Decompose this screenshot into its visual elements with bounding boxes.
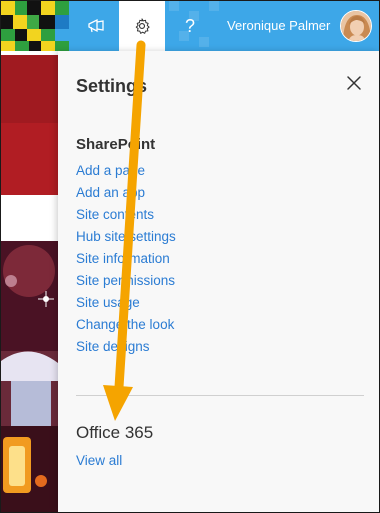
holiday-image <box>1 241 58 512</box>
link-add-an-app[interactable]: Add an app <box>76 185 145 200</box>
megaphone-icon <box>88 18 104 33</box>
help-button[interactable]: ? <box>167 1 213 51</box>
link-add-a-page[interactable]: Add a page <box>76 163 145 178</box>
link-site-information[interactable]: Site information <box>76 251 170 266</box>
link-site-usage[interactable]: Site usage <box>76 295 140 310</box>
site-logo-mosaic <box>1 1 69 51</box>
hero-banner-shade <box>1 55 58 123</box>
suite-bar: ? Veronique Palmer <box>1 1 379 51</box>
background-page <box>1 51 58 512</box>
settings-panel: Settings SharePoint Add a page Add an ap… <box>58 51 379 512</box>
view-all-link[interactable]: View all <box>76 453 122 468</box>
avatar[interactable] <box>340 10 372 42</box>
settings-gear-button[interactable] <box>119 1 165 51</box>
sharepoint-heading: SharePoint <box>76 136 156 153</box>
megaphone-button[interactable] <box>73 1 119 51</box>
user-photo <box>341 11 371 41</box>
link-site-contents[interactable]: Site contents <box>76 207 154 222</box>
office365-heading: Office 365 <box>76 423 154 442</box>
panel-title: Settings <box>76 76 148 96</box>
link-site-permissions[interactable]: Site permissions <box>76 273 175 288</box>
section-divider <box>76 395 364 396</box>
user-name[interactable]: Veronique Palmer <box>227 18 330 33</box>
sharepoint-links: Add a page Add an app Site contents Hub … <box>76 159 176 357</box>
close-icon <box>347 76 361 90</box>
gear-icon <box>135 18 150 34</box>
page-band <box>1 195 58 241</box>
help-icon: ? <box>184 15 195 36</box>
link-change-the-look[interactable]: Change the look <box>76 317 174 332</box>
close-button[interactable] <box>344 73 364 93</box>
link-site-designs[interactable]: Site designs <box>76 339 150 354</box>
link-hub-site-settings[interactable]: Hub site settings <box>76 229 176 244</box>
